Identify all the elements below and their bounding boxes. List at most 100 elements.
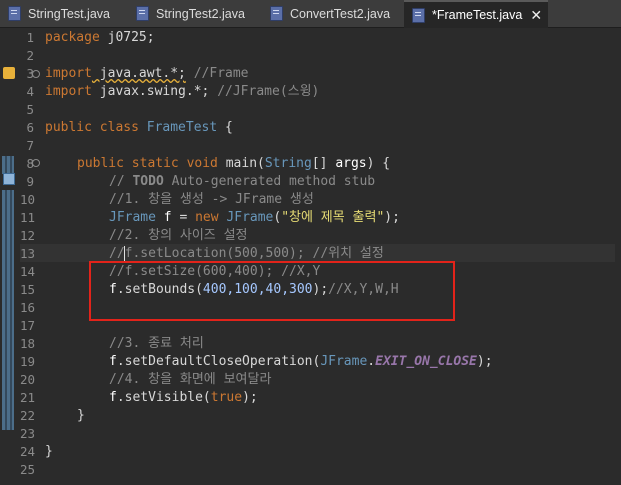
closing-brace: } [77, 408, 85, 423]
line-number: 8 [26, 156, 34, 171]
class-name: String [264, 156, 312, 171]
line-number: 2 [26, 48, 34, 63]
code-text: java.awt.*; [91, 66, 186, 81]
code-text: j0725; [99, 30, 155, 45]
code-text: [] [311, 156, 336, 171]
comment: //f.setLocation(500,500); //위치 설정 [109, 246, 384, 261]
change-marker [2, 190, 14, 430]
tab-label: ConvertTest2.java [290, 6, 391, 21]
java-file-icon [8, 6, 21, 21]
string-literal: "창에 제목 출력" [281, 210, 385, 225]
code-line: } [45, 443, 53, 461]
variable: args [335, 156, 367, 171]
line-number: 19 [20, 354, 36, 369]
variable: f [155, 210, 172, 225]
comment: // [109, 174, 133, 189]
keyword: import [45, 84, 92, 99]
comment: //JFrame(스윙) [209, 84, 320, 99]
class-name: JFrame [320, 354, 368, 369]
code-text: ) { [366, 156, 391, 171]
line-number: 5 [26, 102, 34, 117]
tab-stringtest[interactable]: StringTest.java [0, 2, 110, 25]
code-line: package j0725; [45, 29, 155, 47]
class-name: FrameTest [138, 120, 218, 135]
code-line: //3. 종료 처리 [109, 335, 204, 353]
code-line: JFrame f = new JFrame("창에 제목 출력"); [109, 209, 400, 227]
annotation-highlight-box [89, 261, 455, 321]
keyword: import [45, 66, 92, 81]
line-number: 15 [20, 282, 36, 297]
java-file-icon [412, 7, 425, 23]
keyword: public static void [77, 156, 218, 171]
line-number: 25 [20, 462, 36, 477]
code-line: //4. 창을 화면에 보여달라 [109, 371, 271, 389]
line-number: 23 [20, 426, 36, 441]
line-number: 21 [20, 390, 36, 405]
keyword: public class [45, 120, 139, 135]
line-number: 12 [20, 228, 36, 243]
code-text: { [217, 120, 233, 135]
close-icon[interactable]: ✕ [530, 8, 542, 22]
tab-frametest[interactable]: *FrameTest.java ✕ [404, 0, 549, 28]
class-name: JFrame [218, 210, 274, 225]
comment: //3. 종료 처리 [109, 336, 204, 351]
line-number: 17 [20, 318, 36, 333]
warning-icon[interactable] [3, 67, 15, 79]
code-line: //1. 창을 생성 -> JFrame 생성 [109, 191, 314, 209]
line-number: 11 [20, 210, 36, 225]
code-line: import javax.swing.*; //JFrame(스윙) [45, 83, 319, 101]
java-file-icon [136, 6, 149, 21]
line-number: 20 [20, 372, 36, 387]
line-number: 6 [26, 120, 34, 135]
comment: //Frame [185, 66, 249, 81]
line-number: 13 [20, 246, 36, 261]
code-line: import java.awt.*; //Frame [45, 65, 249, 83]
method-name: main [217, 156, 258, 171]
method-call: .setVisible( [116, 390, 211, 405]
code-line: public static void main(String[] args) { [77, 155, 390, 173]
comment: //1. 창을 생성 -> JFrame 생성 [109, 192, 314, 207]
code-text: ); [384, 210, 400, 225]
code-text: . [367, 354, 376, 369]
closing-brace: } [45, 444, 53, 459]
code-line: //2. 창의 사이즈 설정 [109, 227, 248, 245]
line-number: 1 [26, 30, 34, 45]
line-number: 4 [26, 84, 34, 99]
vertical-scrollbar[interactable] [615, 28, 621, 485]
change-marker [2, 156, 14, 174]
line-number: 7 [26, 138, 34, 153]
code-text: ); [476, 354, 493, 369]
keyword: new [195, 210, 219, 225]
line-number: 9 [26, 174, 34, 189]
code-text: = [171, 210, 196, 225]
code-text: javax.swing.*; [91, 84, 210, 99]
code-line: // TODO Auto-generated method stub [109, 173, 375, 191]
comment: //4. 창을 화면에 보여달라 [109, 372, 272, 387]
variable: f [109, 354, 117, 369]
tab-label: StringTest2.java [156, 6, 245, 21]
code-text: ( [257, 156, 265, 171]
variable: f [109, 390, 117, 405]
line-number: 10 [20, 192, 36, 207]
keyword: true [210, 390, 243, 405]
code-line: } [77, 407, 85, 425]
line-number: 22 [20, 408, 36, 423]
line-number: 3 [26, 66, 34, 81]
tab-label: StringTest.java [28, 6, 110, 21]
class-name: JFrame [109, 210, 156, 225]
code-line: f.setDefaultCloseOperation(JFrame.EXIT_O… [109, 353, 493, 371]
line-number: 14 [20, 264, 36, 279]
tab-converttest2[interactable]: ConvertTest2.java [262, 2, 390, 25]
tab-stringtest2[interactable]: StringTest2.java [128, 2, 245, 25]
code-text: ); [242, 390, 258, 405]
comment: Auto-generated method stub [163, 174, 376, 189]
code-line: f.setVisible(true); [109, 389, 258, 407]
line-number: 24 [20, 444, 36, 459]
text-cursor [124, 246, 125, 262]
comment: //2. 창의 사이즈 설정 [109, 228, 248, 243]
override-icon[interactable] [3, 173, 15, 185]
todo-tag: TODO [132, 174, 164, 189]
tab-label: *FrameTest.java [432, 8, 523, 22]
keyword: package [45, 30, 100, 45]
editor-tab-bar: StringTest.java StringTest2.java Convert… [0, 0, 621, 28]
